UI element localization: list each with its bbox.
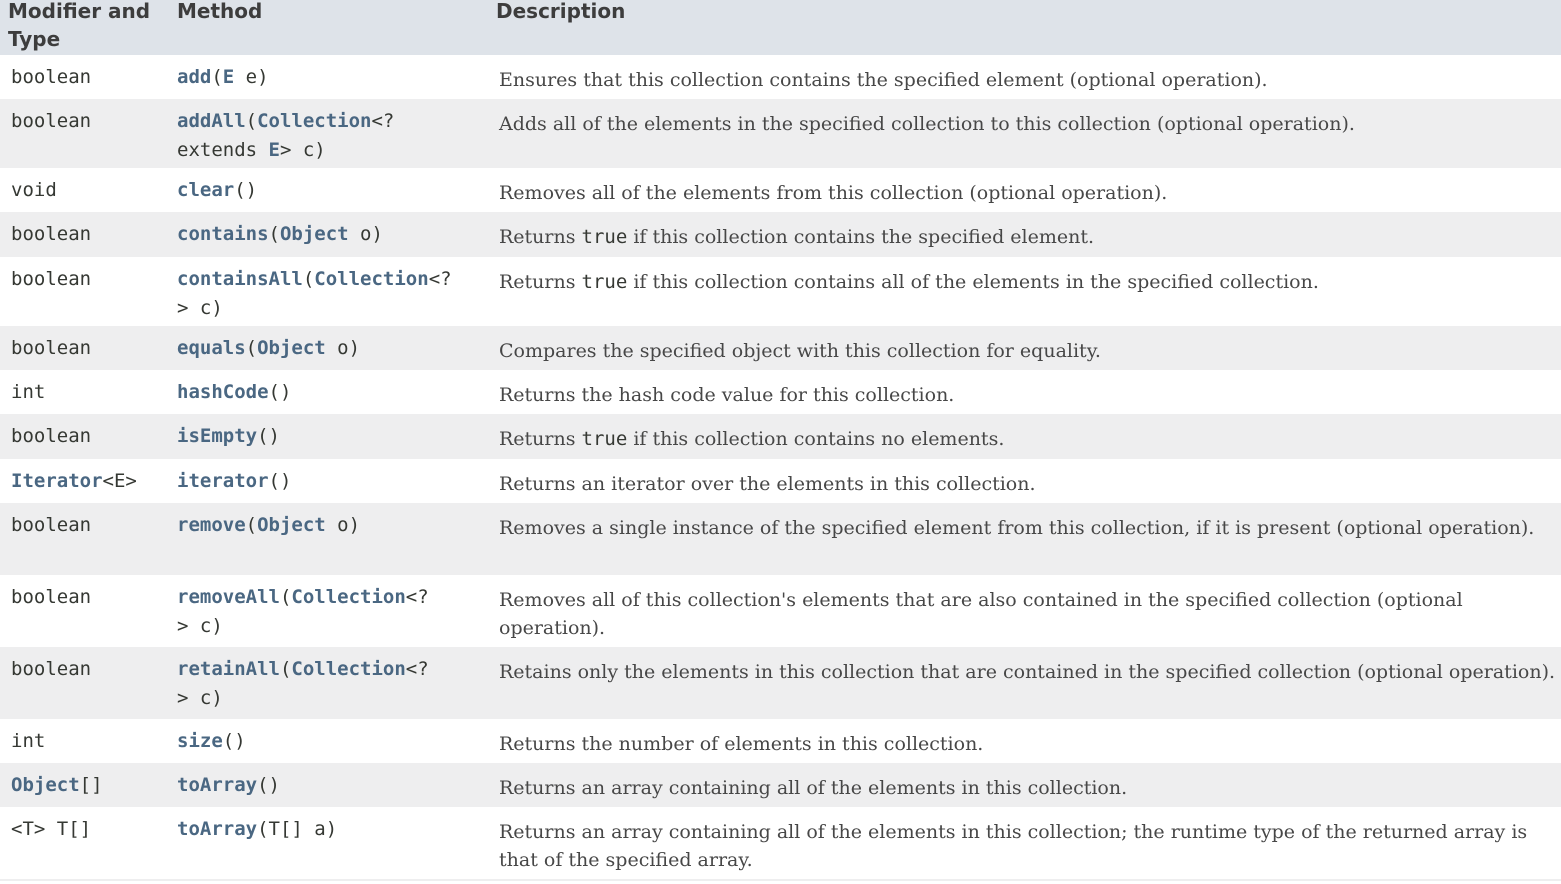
type-link-object[interactable]: Object — [11, 774, 80, 796]
table-bottom-border — [0, 879, 1561, 881]
method-description: Retains only the elements in this collec… — [499, 661, 1556, 683]
method-link-add[interactable]: add — [177, 66, 211, 88]
method-signature: hashCode() — [177, 381, 292, 403]
method-description: Returns an iterator over the elements in… — [499, 473, 1036, 495]
method-signature: toArray(T[] a) — [177, 818, 338, 840]
table-row: <T> T[] toArray(T[] a) Returns an array … — [0, 807, 1561, 879]
method-description: Returns true if this collection contains… — [499, 428, 1005, 450]
table-row: Iterator<E> iterator() Returns an iterat… — [0, 459, 1561, 503]
method-signature: remove(Object o) — [177, 514, 361, 536]
table-row: int hashCode() Returns the hash code val… — [0, 370, 1561, 414]
method-link-iterator[interactable]: iterator — [177, 470, 269, 492]
return-type: int — [11, 381, 46, 403]
table-header: Modifier and Type Method Description — [0, 0, 1561, 55]
table-row: boolean add(E e) Ensures that this colle… — [0, 55, 1561, 99]
table-row: Object[] toArray() Returns an array cont… — [0, 763, 1561, 807]
method-link-remove[interactable]: remove — [177, 514, 246, 536]
method-link-hashCode[interactable]: hashCode — [177, 381, 269, 403]
method-description: Returns true if this collection contains… — [499, 226, 1095, 248]
method-signature: equals(Object o) — [177, 337, 361, 359]
method-signature: addAll(Collection<? extends E> c) — [177, 110, 395, 161]
method-signature: containsAll(Collection<? > c) — [177, 268, 452, 319]
table-row: boolean contains(Object o) Returns true … — [0, 212, 1561, 257]
column-header-modifier-type: Modifier and Type — [8, 0, 151, 51]
method-link-equals[interactable]: equals — [177, 337, 246, 359]
method-signature: add(E e) — [177, 66, 269, 88]
type-link-collection[interactable]: Collection — [291, 586, 405, 608]
return-type: Object[] — [11, 774, 103, 796]
table-row: boolean retainAll(Collection<? > c) Retai… — [0, 647, 1561, 719]
method-description: Returns the number of elements in this c… — [499, 733, 984, 755]
table-row: boolean isEmpty() Returns true if this c… — [0, 414, 1561, 459]
method-link-removeAll[interactable]: removeAll — [177, 586, 280, 608]
method-signature: clear() — [177, 179, 258, 201]
column-header-method: Method — [177, 0, 263, 23]
table-row: boolean containsAll(Collection<? > c) Ret… — [0, 257, 1561, 326]
method-description: Ensures that this collection contains th… — [499, 69, 1268, 91]
type-link-collection[interactable]: Collection — [257, 110, 371, 132]
type-link-collection[interactable]: Collection — [291, 658, 405, 680]
method-link-size[interactable]: size — [177, 730, 223, 752]
column-header-description: Description — [496, 0, 626, 23]
method-signature: contains(Object o) — [177, 223, 383, 245]
method-link-isEmpty[interactable]: isEmpty — [177, 425, 257, 447]
code-true: true — [581, 428, 628, 450]
method-description: Returns true if this collection contains… — [499, 271, 1319, 293]
type-link-E[interactable]: E — [269, 139, 280, 161]
table-row: boolean addAll(Collection<? extends E> c)… — [0, 99, 1561, 168]
method-description: Removes a single instance of the specifi… — [499, 517, 1535, 539]
method-description: Returns the hash code value for this col… — [499, 384, 955, 406]
return-type: boolean — [11, 586, 92, 608]
code-true: true — [581, 271, 628, 293]
table-row: boolean remove(Object o) Removes a singl… — [0, 503, 1561, 575]
code-true: true — [581, 226, 628, 248]
method-signature: toArray() — [177, 774, 280, 796]
type-link-E[interactable]: E — [223, 66, 234, 88]
type-link-object[interactable]: Object — [257, 337, 326, 359]
method-description: Compares the specified object with this … — [499, 340, 1101, 362]
table-row: int size() Returns the number of element… — [0, 719, 1561, 763]
method-link-toArray[interactable]: toArray — [177, 774, 257, 796]
table-row: boolean removeAll(Collection<? > c) Remov… — [0, 575, 1561, 647]
method-description: Adds all of the elements in the specifie… — [499, 113, 1355, 135]
method-link-clear[interactable]: clear — [177, 179, 234, 201]
type-link-iterator[interactable]: Iterator — [11, 470, 103, 492]
method-description: Removes all of the elements from this co… — [499, 182, 1168, 204]
table-row: boolean equals(Object o) Compares the sp… — [0, 326, 1561, 370]
return-type: <T> T[] — [11, 818, 92, 840]
type-link-object[interactable]: Object — [280, 223, 349, 245]
return-type: int — [11, 730, 46, 752]
return-type: boolean — [11, 66, 92, 88]
return-type: boolean — [11, 110, 92, 132]
return-type: boolean — [11, 337, 92, 359]
return-type: boolean — [11, 658, 92, 680]
method-link-containsAll[interactable]: containsAll — [177, 268, 303, 290]
method-link-retainAll[interactable]: retainAll — [177, 658, 280, 680]
return-type: boolean — [11, 425, 92, 447]
method-signature: iterator() — [177, 470, 292, 492]
method-signature: retainAll(Collection<? > c) — [177, 658, 429, 709]
return-type: void — [11, 179, 57, 201]
method-description: Removes all of this collection's element… — [499, 589, 1463, 639]
return-type: boolean — [11, 268, 92, 290]
type-link-object[interactable]: Object — [257, 514, 326, 536]
method-summary-table: Modifier and Type Method Description boo… — [0, 0, 1561, 884]
method-signature: isEmpty() — [177, 425, 280, 447]
method-signature: removeAll(Collection<? > c) — [177, 586, 429, 637]
table-row: void clear() Removes all of the elements… — [0, 168, 1561, 212]
method-link-addAll[interactable]: addAll — [177, 110, 246, 132]
method-description: Returns an array containing all of the e… — [499, 821, 1528, 871]
method-signature: size() — [177, 730, 246, 752]
method-link-contains[interactable]: contains — [177, 223, 269, 245]
return-type: Iterator<E> — [11, 470, 137, 492]
method-description: Returns an array containing all of the e… — [499, 777, 1128, 799]
return-type: boolean — [11, 223, 92, 245]
type-link-collection[interactable]: Collection — [314, 268, 428, 290]
method-link-toArray-generic[interactable]: toArray — [177, 818, 257, 840]
return-type: boolean — [11, 514, 92, 536]
